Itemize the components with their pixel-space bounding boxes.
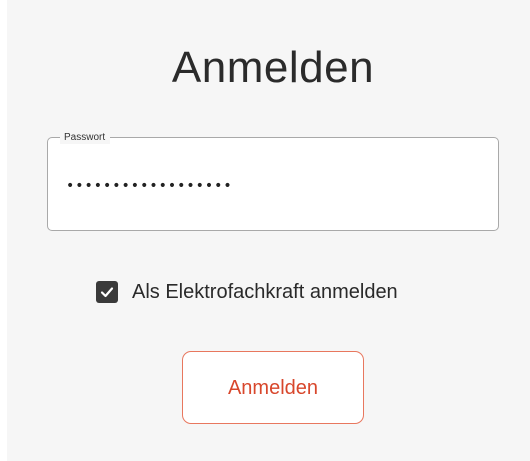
electrician-checkbox[interactable] — [96, 281, 118, 303]
login-button[interactable]: Anmelden — [182, 351, 364, 424]
password-field[interactable]: Passwort — [47, 131, 499, 231]
checkmark-icon — [100, 287, 114, 298]
password-label: Passwort — [60, 131, 111, 144]
electrician-checkbox-row[interactable]: Als Elektrofachkraft anmelden — [96, 279, 398, 305]
electrician-checkbox-label: Als Elektrofachkraft anmelden — [132, 281, 398, 303]
password-input[interactable] — [66, 172, 466, 200]
page-title: Anmelden — [171, 43, 375, 92]
